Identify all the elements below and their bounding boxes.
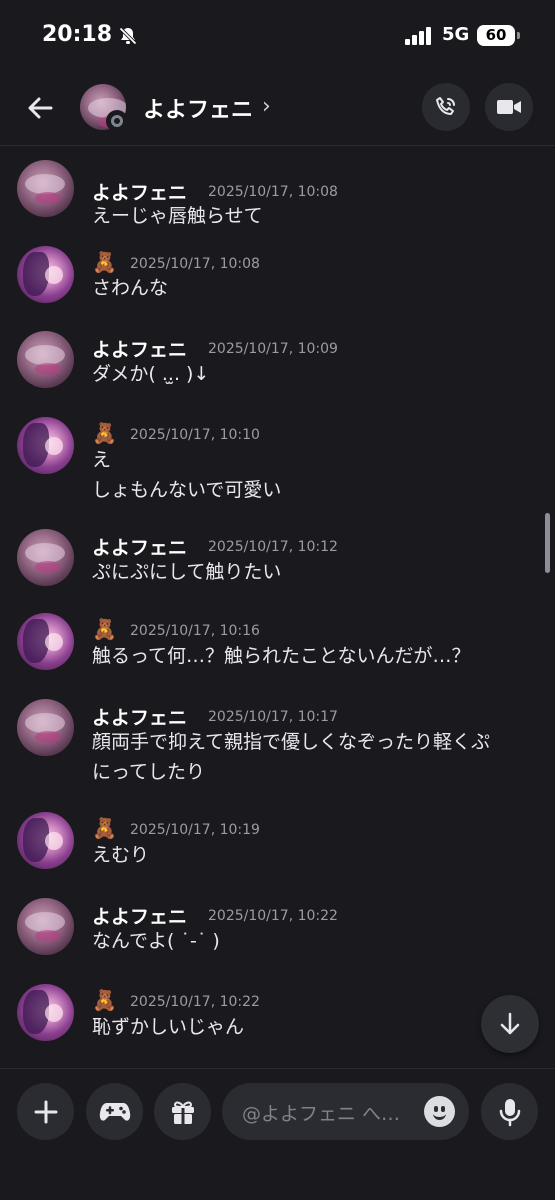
avatar[interactable] bbox=[17, 246, 74, 303]
video-call-button[interactable] bbox=[485, 83, 533, 131]
avatar[interactable] bbox=[17, 160, 74, 217]
message-timestamp: 2025/10/17, 10:16 bbox=[130, 623, 260, 639]
message-timestamp: 2025/10/17, 10:19 bbox=[130, 822, 260, 838]
message-text: 顔両手で抑えて親指で優しくなぞったり軽くぷ bbox=[92, 731, 491, 753]
scrollbar[interactable] bbox=[545, 513, 550, 573]
teddy-bear-icon[interactable]: 🧸 bbox=[92, 421, 117, 445]
add-attachment-button[interactable] bbox=[17, 1083, 74, 1140]
teddy-bear-icon[interactable]: 🧸 bbox=[92, 816, 117, 840]
avatar[interactable] bbox=[17, 984, 74, 1041]
teddy-bear-icon[interactable]: 🧸 bbox=[92, 617, 117, 641]
back-button[interactable] bbox=[22, 90, 58, 126]
message-text: ダメか( ..̫. )↓ bbox=[92, 363, 210, 385]
gift-icon bbox=[171, 1101, 194, 1124]
video-camera-icon bbox=[497, 100, 521, 114]
arrow-left-icon bbox=[28, 97, 53, 119]
voice-message-button[interactable] bbox=[481, 1083, 538, 1140]
status-time: 20:18 bbox=[42, 22, 113, 47]
arrow-down-icon bbox=[500, 1012, 520, 1035]
bell-muted-icon bbox=[118, 26, 138, 46]
teddy-bear-icon[interactable]: 🧸 bbox=[92, 988, 117, 1012]
chevron-right-icon[interactable]: › bbox=[262, 94, 271, 119]
battery-indicator: 60 bbox=[477, 25, 520, 46]
message-text: 触るって何…？触られたことないんだが…？ bbox=[92, 645, 471, 667]
avatar[interactable] bbox=[17, 613, 74, 670]
voice-call-button[interactable] bbox=[422, 83, 470, 131]
avatar[interactable] bbox=[17, 898, 74, 955]
plus-icon bbox=[34, 1100, 57, 1123]
channel-title[interactable]: よよフェニ bbox=[143, 92, 253, 124]
avatar[interactable] bbox=[17, 417, 74, 474]
message-author[interactable]: よよフェニ bbox=[92, 533, 187, 560]
network-type: 5G bbox=[442, 24, 470, 45]
message-text: ぷにぷにして触りたい bbox=[92, 561, 282, 583]
message-input-placeholder: @よよフェニ へ… bbox=[242, 1103, 401, 1125]
message-author[interactable]: よよフェニ bbox=[92, 335, 187, 362]
jump-to-latest-button[interactable] bbox=[481, 995, 539, 1053]
gift-button[interactable] bbox=[154, 1083, 211, 1140]
avatar[interactable] bbox=[17, 529, 74, 586]
game-controller-icon bbox=[99, 1102, 130, 1121]
message-timestamp: 2025/10/17, 10:22 bbox=[208, 908, 338, 924]
message-author[interactable]: よよフェニ bbox=[92, 703, 187, 730]
message-timestamp: 2025/10/17, 10:17 bbox=[208, 709, 338, 725]
avatar[interactable] bbox=[17, 331, 74, 388]
phone-call-icon bbox=[436, 97, 455, 115]
avatar[interactable] bbox=[17, 812, 74, 869]
activities-button[interactable] bbox=[86, 1083, 143, 1140]
message-text: にってしたり bbox=[92, 761, 206, 783]
microphone-icon bbox=[499, 1098, 520, 1126]
avatar[interactable] bbox=[17, 699, 74, 756]
chat-header: よよフェニ › bbox=[0, 72, 555, 146]
message-input[interactable]: @よよフェニ へ… bbox=[222, 1083, 469, 1140]
status-bar: 20:18 5G 60 bbox=[0, 0, 555, 72]
emoji-icon[interactable] bbox=[424, 1096, 455, 1127]
signal-icon bbox=[405, 27, 431, 45]
message-text: さわんな bbox=[92, 277, 169, 299]
message-timestamp: 2025/10/17, 10:22 bbox=[130, 994, 260, 1010]
offline-status-indicator bbox=[106, 110, 128, 132]
message-timestamp: 2025/10/17, 10:08 bbox=[130, 256, 260, 272]
message-text: えむり bbox=[92, 844, 150, 866]
message-text: なんでよ( ˙-˙ ) bbox=[92, 930, 220, 952]
message-author[interactable]: よよフェニ bbox=[92, 902, 187, 929]
message-text: え bbox=[92, 449, 112, 471]
message-timestamp: 2025/10/17, 10:08 bbox=[208, 184, 338, 200]
message-text: しょもんないで可愛い bbox=[92, 479, 282, 501]
message-text: えーじゃ唇触らせて bbox=[92, 205, 263, 227]
message-composer: @よよフェニ へ… bbox=[0, 1068, 555, 1200]
message-timestamp: 2025/10/17, 10:10 bbox=[130, 427, 260, 443]
message-text: 恥ずかしいじゃん bbox=[92, 1016, 245, 1038]
message-timestamp: 2025/10/17, 10:12 bbox=[208, 539, 338, 555]
message-list[interactable]: よよフェニ 2025/10/17, 10:08 えーじゃ唇触らせて 🧸 2025… bbox=[0, 147, 555, 1067]
teddy-bear-icon[interactable]: 🧸 bbox=[92, 250, 117, 274]
message-timestamp: 2025/10/17, 10:09 bbox=[208, 341, 338, 357]
